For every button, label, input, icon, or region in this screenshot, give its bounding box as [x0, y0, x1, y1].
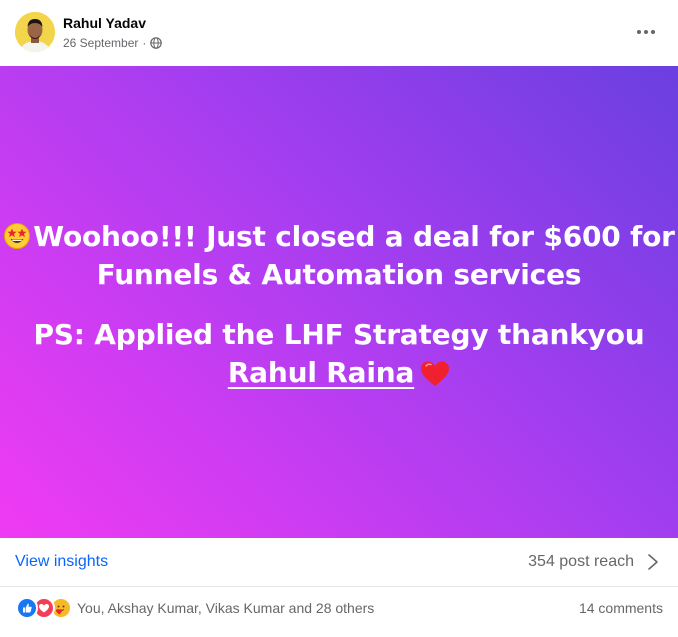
red-heart-emoji — [421, 361, 450, 386]
mention-link[interactable]: Rahul Raina — [228, 356, 415, 389]
star-struck-emoji — [4, 223, 31, 249]
post-card: Rahul Yadav 26 September · Woohoo!!! Jus… — [0, 0, 678, 637]
more-horizontal-icon — [637, 30, 655, 34]
like-icon — [16, 597, 38, 619]
more-options-button[interactable] — [628, 18, 664, 46]
globe-icon[interactable] — [150, 37, 163, 49]
avatar-image — [15, 12, 55, 52]
meta-separator: · — [142, 36, 147, 50]
chevron-right-icon[interactable] — [646, 552, 660, 572]
banner-headline: Woohoo!!! Just closed a deal for $600 fo… — [0, 218, 678, 294]
insights-bar: View insights 354 post reach — [0, 538, 678, 587]
avatar[interactable] — [15, 12, 55, 52]
post-date[interactable]: 26 September — [63, 35, 138, 51]
reaction-icons[interactable] — [16, 597, 72, 619]
banner-postscript-text: PS: Applied the LHF Strategy thankyou — [33, 318, 645, 351]
banner-postscript: PS: Applied the LHF Strategy thankyou Ra… — [0, 316, 678, 392]
view-insights-link[interactable]: View insights — [15, 552, 108, 572]
author-name[interactable]: Rahul Yadav — [63, 14, 146, 32]
post-meta: 26 September · — [63, 35, 163, 51]
post-banner: Woohoo!!! Just closed a deal for $600 fo… — [0, 66, 678, 538]
comments-count[interactable]: 14 comments — [579, 599, 663, 617]
banner-headline-text: Woohoo!!! Just closed a deal for $600 fo… — [33, 220, 675, 291]
reactors-summary[interactable]: You, Akshay Kumar, Vikas Kumar and 28 ot… — [77, 599, 374, 617]
reactions-row: You, Akshay Kumar, Vikas Kumar and 28 ot… — [0, 587, 678, 627]
post-reach[interactable]: 354 post reach — [528, 552, 634, 572]
post-header: Rahul Yadav 26 September · — [0, 0, 678, 66]
